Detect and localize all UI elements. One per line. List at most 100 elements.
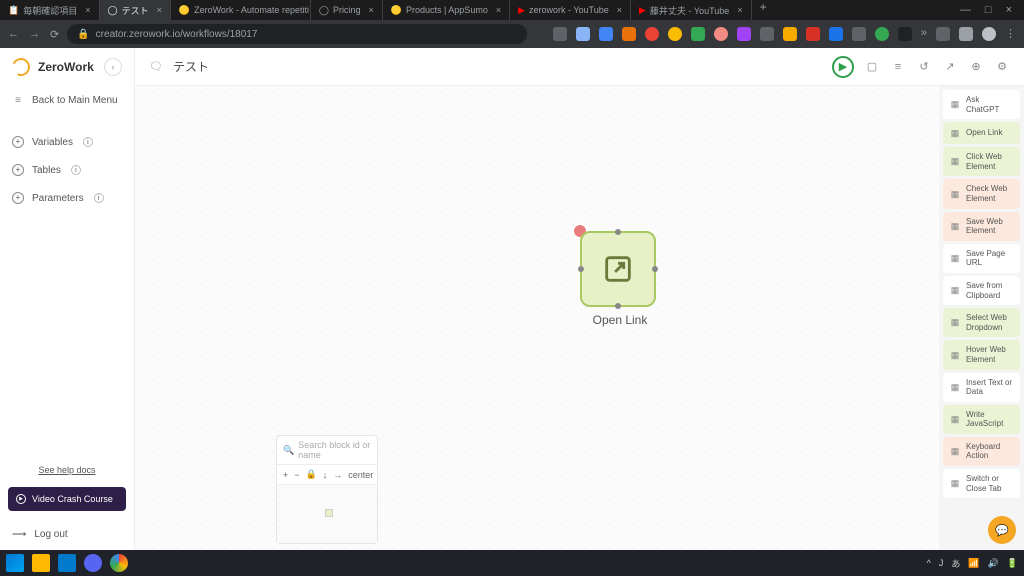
workflow-node-open-link[interactable]: Open Link [580, 231, 660, 327]
ext-icon[interactable] [959, 27, 973, 41]
sidebar-item-variables[interactable]: + Variables i [0, 128, 134, 156]
ext-icon[interactable] [898, 27, 912, 41]
ext-icon[interactable] [599, 27, 613, 41]
node-handle[interactable] [615, 229, 621, 235]
note-icon[interactable]: ▢ [864, 60, 880, 73]
block-search-input[interactable]: 🔍 Search block id or name [277, 436, 377, 465]
ime-icon[interactable]: J [939, 558, 944, 568]
sidebar-item-parameters[interactable]: + Parameters i [0, 184, 134, 212]
browser-tab[interactable]: ◯テスト× [100, 0, 171, 20]
ext-icon[interactable] [806, 27, 820, 41]
menu-icon[interactable]: ⋮ [1005, 27, 1016, 41]
tray-icon[interactable]: ^ [927, 558, 931, 568]
help-docs-link[interactable]: See help docs [8, 459, 126, 481]
browser-tab[interactable]: ◯Pricing× [311, 0, 383, 20]
ext-icon[interactable] [714, 27, 728, 41]
ext-icon[interactable] [691, 27, 705, 41]
info-icon[interactable]: i [94, 193, 104, 203]
node-handle[interactable] [652, 266, 658, 272]
ime-mode-icon[interactable]: あ [951, 557, 960, 570]
chat-fab-button[interactable]: 💬 [988, 516, 1016, 544]
action-item[interactable]: ▦Save Web Element [943, 212, 1020, 241]
right-icon[interactable]: → [333, 470, 342, 480]
ext-icon[interactable] [576, 27, 590, 41]
zoom-out-icon[interactable]: − [294, 470, 299, 480]
action-item[interactable]: ▦Ask ChatGPT [943, 90, 1020, 119]
browser-tab[interactable]: 🟡ZeroWork - Automate repetiti…× [171, 0, 311, 20]
ext-icon[interactable] [737, 27, 751, 41]
collapse-sidebar-button[interactable]: ‹ [104, 58, 122, 76]
ext-icon[interactable] [622, 27, 636, 41]
wifi-icon[interactable]: 📶 [968, 558, 979, 569]
ext-icon[interactable] [553, 27, 567, 41]
ext-icon[interactable] [875, 27, 889, 41]
workflow-canvas[interactable]: Open Link 🔍 Search block id or name + − … [135, 86, 939, 550]
minimize-icon[interactable]: — [960, 4, 971, 16]
volume-icon[interactable]: 🔊 [988, 558, 999, 569]
ext-icon[interactable] [668, 27, 682, 41]
explorer-icon[interactable] [32, 554, 50, 572]
action-item[interactable]: ▦Keyboard Action [943, 437, 1020, 466]
back-to-main-button[interactable]: ≡ Back to Main Menu [0, 86, 134, 114]
node-handle[interactable] [615, 303, 621, 309]
ext-icon[interactable] [760, 27, 774, 41]
close-icon[interactable]: × [737, 5, 742, 15]
browser-tab[interactable]: 📋毎朝確認項目× [0, 0, 100, 20]
discord-icon[interactable] [84, 554, 102, 572]
history-icon[interactable]: ↺ [916, 60, 932, 73]
reload-icon[interactable]: ⟳ [50, 28, 59, 41]
lock-icon[interactable]: 🔒 [306, 469, 317, 480]
minimap-view[interactable] [277, 485, 377, 543]
list-icon[interactable]: ≡ [890, 61, 906, 73]
center-button[interactable]: center [348, 470, 373, 480]
close-icon[interactable]: × [368, 5, 373, 15]
logout-button[interactable]: ⟶ Log out [0, 519, 134, 550]
action-item[interactable]: ▦Select Web Dropdown [943, 308, 1020, 337]
ext-icon[interactable] [829, 27, 843, 41]
maximize-icon[interactable]: □ [985, 4, 992, 16]
sidebar-item-tables[interactable]: + Tables i [0, 156, 134, 184]
share-icon[interactable]: ↗ [942, 60, 958, 73]
close-icon[interactable]: × [1006, 4, 1012, 16]
forward-icon[interactable]: → [29, 28, 40, 41]
ext-icon[interactable]: » [921, 27, 927, 41]
close-icon[interactable]: × [157, 5, 162, 15]
browser-tab[interactable]: ▶藤井丈夫 - YouTube× [631, 0, 752, 20]
back-icon[interactable]: ← [8, 28, 19, 41]
video-crash-course-button[interactable]: ▶ Video Crash Course [8, 487, 126, 511]
browser-tab[interactable]: ▶zerowork - YouTube× [510, 0, 631, 20]
new-tab-button[interactable]: + [752, 0, 775, 20]
ext-icon[interactable] [645, 27, 659, 41]
ext-icon[interactable] [852, 27, 866, 41]
action-item[interactable]: ▦Write JavaScript [943, 405, 1020, 434]
zoom-icon[interactable]: ⊕ [968, 60, 984, 73]
chrome-icon[interactable] [110, 554, 128, 572]
action-item[interactable]: ▦Open Link [943, 122, 1020, 144]
close-icon[interactable]: × [617, 5, 622, 15]
notes-icon[interactable]: 🗨 [149, 60, 163, 73]
info-icon[interactable]: i [83, 137, 93, 147]
ext-icon[interactable] [783, 27, 797, 41]
action-item[interactable]: ▦Save from Clipboard [943, 276, 1020, 305]
run-workflow-button[interactable]: ▶ [832, 56, 854, 78]
action-item[interactable]: ▦Hover Web Element [943, 340, 1020, 369]
action-item[interactable]: ▦Insert Text or Data [943, 373, 1020, 402]
info-icon[interactable]: i [71, 165, 81, 175]
action-item[interactable]: ▦Check Web Element [943, 179, 1020, 208]
action-item[interactable]: ▦Click Web Element [943, 147, 1020, 176]
action-item[interactable]: ▦Save Page URL [943, 244, 1020, 273]
battery-icon[interactable]: 🔋 [1007, 558, 1018, 569]
url-input[interactable]: 🔒 creator.zerowork.io/workflows/18017 [67, 24, 527, 44]
close-icon[interactable]: × [85, 5, 90, 15]
close-icon[interactable]: × [496, 5, 501, 15]
action-item[interactable]: ▦Switch or Close Tab [943, 469, 1020, 498]
ext-icon[interactable] [936, 27, 950, 41]
down-icon[interactable]: ↓ [323, 470, 328, 480]
profile-icon[interactable] [982, 27, 996, 41]
vscode-icon[interactable] [58, 554, 76, 572]
zoom-in-icon[interactable]: + [283, 470, 288, 480]
start-icon[interactable] [6, 554, 24, 572]
browser-tab[interactable]: 🟡Products | AppSumo× [383, 0, 510, 20]
node-handle[interactable] [578, 266, 584, 272]
settings-icon[interactable]: ⚙ [994, 60, 1010, 73]
